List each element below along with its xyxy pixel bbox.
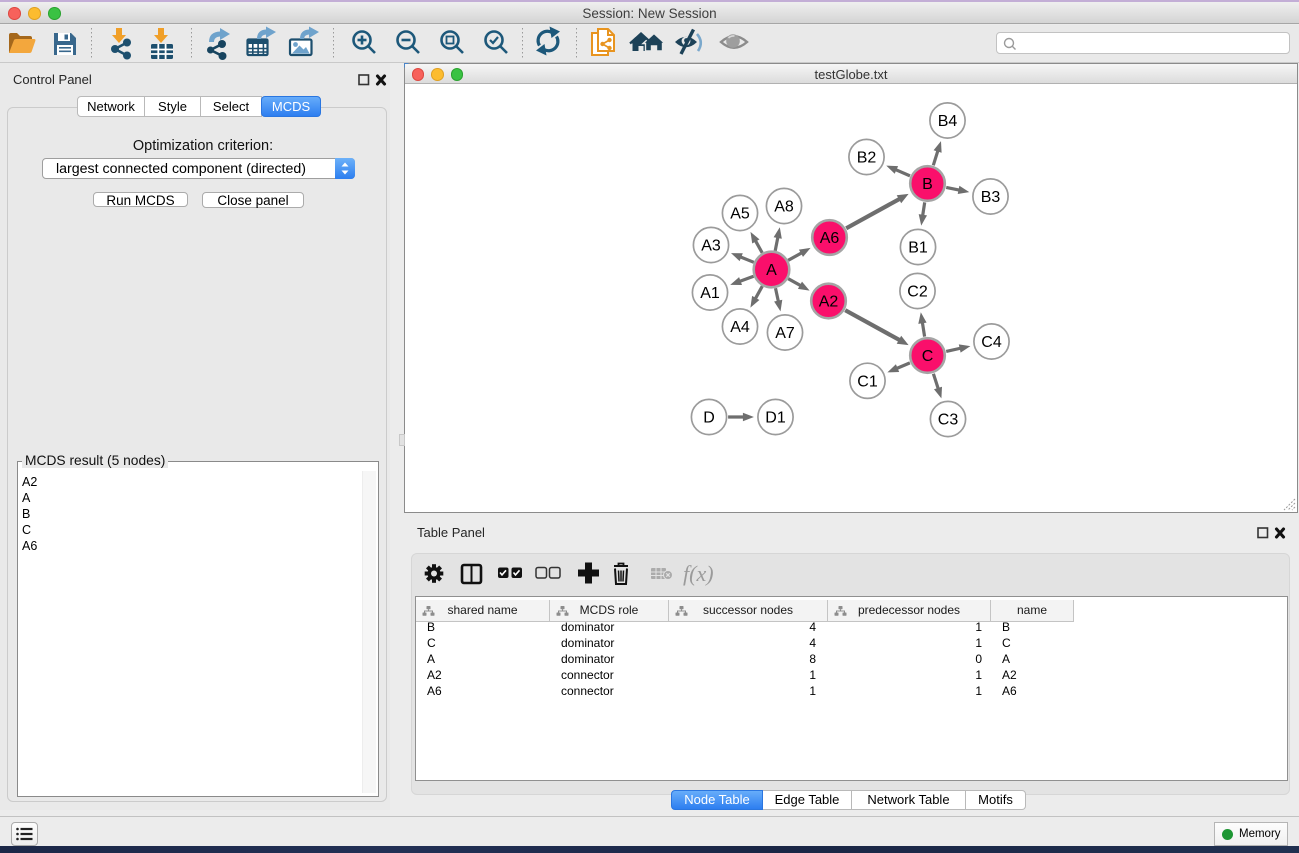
svg-text:B1: B1: [908, 240, 928, 257]
svg-text:B: B: [922, 176, 933, 193]
svg-text:A8: A8: [774, 199, 794, 216]
svg-text:A6: A6: [820, 230, 840, 247]
svg-text:A1: A1: [700, 285, 720, 302]
svg-text:A5: A5: [730, 206, 750, 223]
svg-text:C: C: [922, 348, 934, 365]
svg-text:D1: D1: [765, 410, 786, 427]
svg-text:C4: C4: [981, 334, 1002, 351]
svg-text:B2: B2: [857, 150, 877, 167]
svg-text:B4: B4: [938, 113, 958, 130]
svg-text:C3: C3: [938, 412, 959, 429]
svg-text:A7: A7: [775, 325, 795, 342]
svg-text:A: A: [766, 262, 777, 279]
svg-text:f(x): f(x): [683, 561, 714, 586]
svg-text:B3: B3: [981, 189, 1001, 206]
svg-text:C1: C1: [857, 373, 878, 390]
svg-text:D: D: [703, 410, 715, 427]
svg-text:A2: A2: [819, 294, 839, 311]
svg-text:A3: A3: [701, 238, 721, 255]
svg-text:C2: C2: [907, 284, 928, 301]
svg-text:A4: A4: [730, 319, 750, 336]
